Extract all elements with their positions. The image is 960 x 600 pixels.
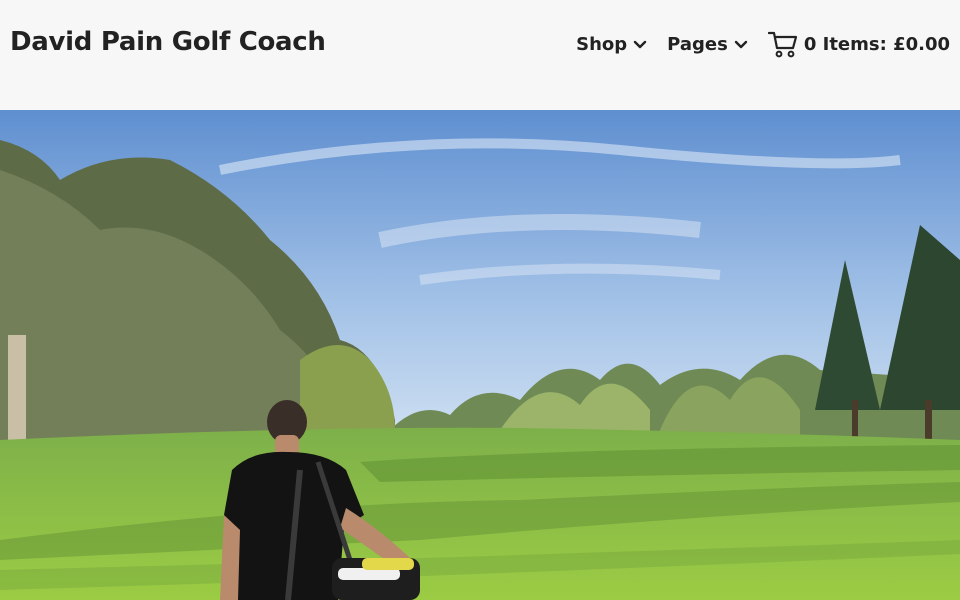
cart-link[interactable]: 0 Items: £0.00 <box>767 30 950 58</box>
nav-item-pages[interactable]: Pages <box>667 34 748 55</box>
golf-course-photo <box>0 110 960 600</box>
site-title[interactable]: David Pain Golf Coach <box>10 27 326 57</box>
main-navigation: Shop Pages 0 Items: £0.00 <box>576 28 950 60</box>
nav-item-label: Shop <box>576 33 628 55</box>
nav-item-label: Pages <box>667 33 728 55</box>
shopping-cart-icon <box>767 30 798 58</box>
site-header: David Pain Golf Coach Shop Pages 0 Items… <box>0 0 960 110</box>
cart-summary: 0 Items: £0.00 <box>803 33 950 55</box>
chevron-down-icon <box>633 37 647 51</box>
nav-item-shop[interactable]: Shop <box>576 34 647 55</box>
chevron-down-icon <box>734 37 748 51</box>
hero-image <box>0 110 960 600</box>
